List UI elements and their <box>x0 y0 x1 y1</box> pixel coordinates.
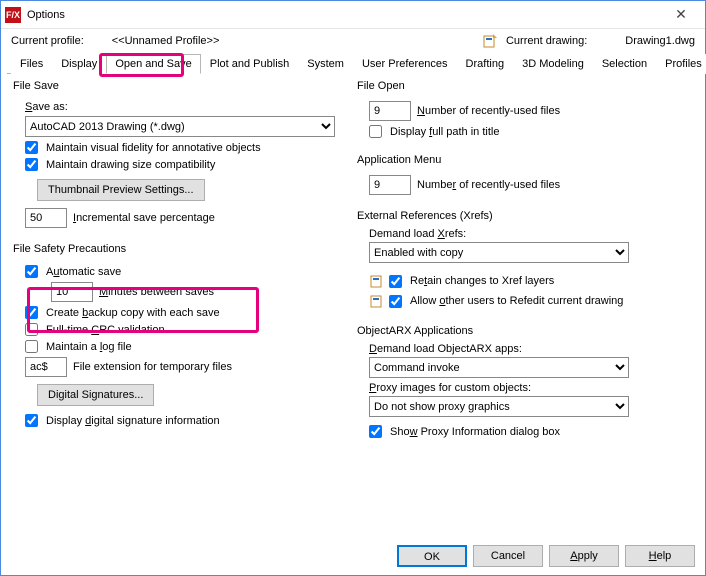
group-app-menu: Application Menu Number of recently-used… <box>357 154 693 202</box>
options-dialog: F/X Options ✕ Current profile: <<Unnamed… <box>0 0 706 576</box>
chk-show-proxy[interactable] <box>369 425 382 438</box>
incremental-save-label: Incremental save percentage <box>73 212 215 224</box>
tab-plot-publish[interactable]: Plot and Publish <box>201 54 299 74</box>
chk-log-file[interactable] <box>25 340 38 353</box>
auto-save-minutes-input[interactable] <box>51 282 93 302</box>
auto-save-minutes-label: Minutes between saves <box>99 286 214 298</box>
tab-system[interactable]: System <box>298 54 353 74</box>
current-drawing-value: Drawing1.dwg <box>625 35 695 47</box>
proxy-images-combo[interactable]: Do not show proxy graphics <box>369 396 629 417</box>
demand-load-xrefs-label: Demand load Xrefs: <box>369 228 693 240</box>
demand-load-xrefs-combo[interactable]: Enabled with copy <box>369 242 629 263</box>
chk-backup-copy[interactable] <box>25 306 38 319</box>
ok-button[interactable]: OK <box>397 545 467 567</box>
chk-size-compat[interactable] <box>25 158 38 171</box>
left-column: File Save Save as: AutoCAD 2013 Drawing … <box>9 76 353 534</box>
temp-ext-label: File extension for temporary files <box>73 361 232 373</box>
appmenu-recent-input[interactable] <box>369 175 411 195</box>
chk-full-path[interactable] <box>369 125 382 138</box>
group-objectarx: ObjectARX Applications Demand load Objec… <box>357 325 693 446</box>
appmenu-recent-label: Number of recently-used files <box>417 179 560 191</box>
proxy-images-label: Proxy images for custom objects: <box>369 382 693 394</box>
tab-drafting[interactable]: Drafting <box>457 54 514 74</box>
demand-load-arx-label: Demand load ObjectARX apps: <box>369 343 693 355</box>
content-area: File Save Save as: AutoCAD 2013 Drawing … <box>1 74 705 534</box>
group-file-safety: File Safety Precautions Automatic save M… <box>13 243 349 435</box>
tab-strip: Files Display Open and Save Plot and Pub… <box>7 53 699 74</box>
group-title-xrefs: External References (Xrefs) <box>357 210 693 222</box>
tab-display[interactable]: Display <box>52 54 106 74</box>
demand-load-arx-combo[interactable]: Command invoke <box>369 357 629 378</box>
cancel-button[interactable]: Cancel <box>473 545 543 567</box>
lbl-backup-copy: Create backup copy with each save <box>46 307 220 319</box>
chk-visual-fidelity[interactable] <box>25 141 38 154</box>
help-button[interactable]: Help <box>625 545 695 567</box>
group-title-app-menu: Application Menu <box>357 154 693 166</box>
current-profile-value: <<Unnamed Profile>> <box>112 35 220 47</box>
chk-crc[interactable] <box>25 323 38 336</box>
chk-allow-refedit[interactable] <box>389 295 402 308</box>
recent-files-label: Number of recently-used files <box>417 105 560 117</box>
tab-profiles[interactable]: Profiles <box>656 54 706 74</box>
recent-files-input[interactable] <box>369 101 411 121</box>
apply-button[interactable]: Apply <box>549 545 619 567</box>
tab-files[interactable]: Files <box>11 54 52 74</box>
chk-retain-xref[interactable] <box>389 275 402 288</box>
current-profile-label: Current profile: <box>11 35 84 47</box>
current-drawing-label: Current drawing: <box>506 35 587 47</box>
chk-auto-save[interactable] <box>25 265 38 278</box>
lbl-full-path: Display full path in title <box>390 126 499 138</box>
lbl-log-file: Maintain a log file <box>46 341 132 353</box>
tab-3d-modeling[interactable]: 3D Modeling <box>513 54 593 74</box>
tab-open-and-save[interactable]: Open and Save <box>106 54 200 74</box>
incremental-save-input[interactable] <box>25 208 67 228</box>
group-title-file-safety: File Safety Precautions <box>13 243 349 255</box>
lbl-crc: Full-time CRC validation <box>46 324 165 336</box>
group-title-file-save: File Save <box>13 80 349 92</box>
lbl-visual-fidelity: Maintain visual fidelity for annotative … <box>46 142 261 154</box>
drawing-icon <box>369 293 385 309</box>
window-title: Options <box>27 9 661 21</box>
temp-ext-input[interactable] <box>25 357 67 377</box>
lbl-allow-refedit: Allow other users to Refedit current dra… <box>410 295 623 307</box>
digital-signatures-button[interactable]: Digital Signatures... <box>37 384 154 406</box>
group-file-save: File Save Save as: AutoCAD 2013 Drawing … <box>13 80 349 235</box>
close-icon[interactable]: ✕ <box>661 2 701 28</box>
group-title-file-open: File Open <box>357 80 693 92</box>
titlebar: F/X Options ✕ <box>1 1 705 29</box>
lbl-size-compat: Maintain drawing size compatibility <box>46 159 215 171</box>
lbl-show-proxy: Show Proxy Information dialog box <box>390 426 560 438</box>
save-as-combo[interactable]: AutoCAD 2013 Drawing (*.dwg) <box>25 116 335 137</box>
tab-user-preferences[interactable]: User Preferences <box>353 54 457 74</box>
footer-buttons: OK Cancel Apply Help <box>397 545 695 567</box>
group-xrefs: External References (Xrefs) Demand load … <box>357 210 693 317</box>
group-file-open: File Open Number of recently-used files … <box>357 80 693 146</box>
right-column: File Open Number of recently-used files … <box>353 76 697 534</box>
lbl-auto-save: Automatic save <box>46 266 121 278</box>
app-icon: F/X <box>5 7 21 23</box>
chk-display-sig[interactable] <box>25 414 38 427</box>
lbl-display-sig: Display digital signature information <box>46 415 220 427</box>
tab-selection[interactable]: Selection <box>593 54 656 74</box>
drawing-icon <box>369 273 385 289</box>
save-as-label: Save as: <box>25 101 68 113</box>
group-title-objectarx: ObjectARX Applications <box>357 325 693 337</box>
thumbnail-settings-button[interactable]: Thumbnail Preview Settings... <box>37 179 205 201</box>
drawing-icon <box>482 33 498 49</box>
profile-row: Current profile: <<Unnamed Profile>> Cur… <box>1 29 705 53</box>
lbl-retain-xref: Retain changes to Xref layers <box>410 275 554 287</box>
